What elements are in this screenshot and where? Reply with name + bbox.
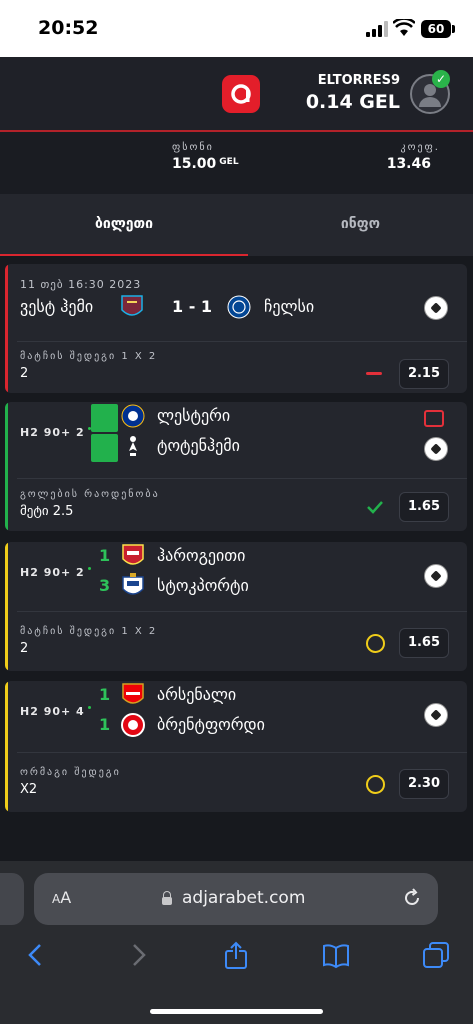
balance: 0.14 GEL	[305, 91, 400, 113]
odd-value: 2.30	[399, 769, 449, 799]
west-ham-crest-icon	[121, 295, 143, 316]
away-team: სტოკპორტი	[157, 576, 249, 595]
username: ELTORRES9	[317, 73, 400, 88]
home-team: ჰაროგეითი	[157, 546, 246, 565]
away-team: ჩელსი	[264, 297, 315, 316]
status-accent	[5, 402, 8, 531]
bet-list: 11 თებ 16:30 2023 ვესტ ჰემი 1 - 1 ჩელსი …	[0, 256, 473, 861]
won-check-icon	[367, 501, 383, 514]
football-icon	[424, 564, 448, 588]
selection: X2	[20, 782, 38, 797]
status-accent	[5, 681, 8, 812]
match-time: H2 90+ 2	[20, 426, 91, 439]
browser-toolbar: AAAA adjarabet.com	[0, 861, 473, 1024]
arsenal-crest-icon	[122, 683, 144, 704]
home-team: ლესტერი	[157, 406, 231, 425]
wifi-icon	[393, 19, 415, 36]
battery-tip	[452, 25, 455, 33]
stockport-crest-icon	[122, 573, 144, 595]
match-date: 11 თებ 16:30 2023	[20, 278, 142, 291]
ticket-summary: ფსონი 15.00 GEL კოეფ. 13.46	[0, 132, 473, 194]
share-icon[interactable]	[222, 941, 250, 969]
live-dot	[87, 567, 91, 570]
away-score-placeholder	[91, 434, 118, 462]
status-bar: 20:52 60	[0, 0, 473, 57]
home-team: ვესტ ჰემი	[20, 297, 94, 316]
home-indicator	[150, 1009, 323, 1014]
home-score: 1	[99, 685, 111, 704]
lost-minus-icon	[366, 372, 382, 375]
market-name: მატჩის შედეგი 1 X 2	[20, 626, 158, 637]
selection: მეტი 2.5	[20, 504, 74, 519]
tab-ticket[interactable]: ბილეთი	[0, 194, 248, 257]
match-time: H2 90+ 2	[20, 566, 91, 579]
odd-value: 1.65	[399, 492, 449, 522]
divider	[17, 478, 467, 479]
match-time: H2 90+ 4	[20, 705, 91, 718]
divider	[17, 752, 467, 753]
football-icon	[424, 437, 448, 461]
away-team: ტოტენჰემი	[157, 436, 240, 455]
reload-icon[interactable]	[402, 888, 422, 908]
odds-label: კოეფ.	[400, 142, 440, 153]
match-score: 1 - 1	[172, 297, 213, 316]
address-bar[interactable]: AAAA adjarabet.com	[34, 873, 438, 925]
divider	[17, 611, 467, 612]
logo-a-icon	[231, 84, 251, 104]
home-team: არსენალი	[157, 685, 237, 704]
stake-label: ფსონი	[172, 142, 214, 153]
bet-card[interactable]: H2 90+ 2 ლესტერი ტოტენჰემი გოლების რაოდე…	[5, 402, 467, 531]
live-tv-icon[interactable]	[424, 410, 444, 427]
tabs-icon[interactable]	[422, 941, 450, 969]
live-dot	[87, 706, 91, 709]
stake-currency: GEL	[219, 157, 239, 167]
harrogate-crest-icon	[122, 544, 144, 565]
lock-icon	[162, 891, 172, 905]
away-team: ბრენტფორდი	[157, 715, 265, 734]
battery-icon: 60	[421, 20, 451, 38]
forward-icon[interactable]	[124, 941, 152, 969]
bet-card[interactable]: 11 თებ 16:30 2023 ვესტ ჰემი 1 - 1 ჩელსი …	[5, 264, 467, 393]
leicester-crest-icon	[121, 404, 145, 428]
odd-value: 2.15	[399, 359, 449, 389]
home-score-placeholder	[91, 404, 118, 432]
chelsea-crest-icon	[227, 295, 251, 319]
away-score: 3	[99, 576, 111, 595]
cellular-signal-icon	[366, 21, 388, 37]
selection: 2	[20, 641, 29, 656]
away-score: 1	[99, 715, 111, 734]
market-name: ორმაგი შედეგი	[20, 767, 121, 778]
status-accent	[5, 264, 8, 393]
clock: 20:52	[38, 17, 99, 39]
selection: 2	[20, 366, 29, 381]
divider	[17, 341, 467, 342]
verified-check-icon: ✓	[432, 70, 450, 88]
market-name: გოლების რაოდენობა	[20, 489, 160, 500]
previous-tab-preview[interactable]	[0, 873, 24, 925]
brentford-crest-icon	[121, 713, 145, 737]
market-name: მატჩის შედეგი 1 X 2	[20, 351, 158, 362]
bookmarks-icon[interactable]	[322, 941, 350, 969]
bet-card[interactable]: H2 90+ 4 1 1 არსენალი ბრენტფორდი ორმაგი …	[5, 681, 467, 812]
reader-aa-button[interactable]: AAAA	[52, 888, 71, 907]
home-score: 1	[99, 546, 111, 565]
football-icon	[424, 296, 448, 320]
football-icon	[424, 703, 448, 727]
odd-value: 1.65	[399, 628, 449, 658]
adjarabet-logo[interactable]	[222, 75, 260, 113]
tottenham-crest-icon	[129, 436, 137, 456]
pending-circle-icon	[366, 775, 385, 794]
ticket-tabs: ბილეთი ინფო	[0, 194, 473, 257]
back-icon[interactable]	[22, 941, 50, 969]
odds-value: 13.46	[386, 156, 431, 172]
pending-circle-icon	[366, 634, 385, 653]
url-text: adjarabet.com	[182, 888, 306, 908]
stake-value: 15.00 GEL	[172, 156, 239, 172]
tab-info[interactable]: ინფო	[248, 194, 473, 254]
app-header: ELTORRES9 0.14 GEL ✓	[0, 57, 473, 132]
bet-card[interactable]: H2 90+ 2 1 3 ჰაროგეითი სტოკპორტი მატჩის …	[5, 542, 467, 671]
status-accent	[5, 542, 8, 671]
